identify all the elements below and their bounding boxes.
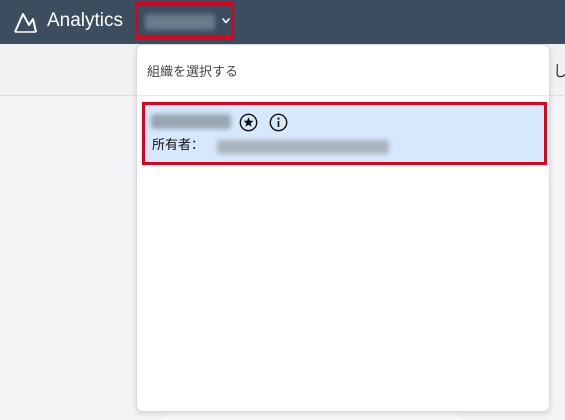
chevron-down-icon	[222, 18, 230, 24]
app-title[interactable]: Analytics	[47, 9, 123, 33]
organization-name-redacted	[151, 114, 231, 129]
top-bar: Analytics	[0, 0, 565, 44]
owner-email-redacted	[217, 140, 389, 154]
account-name-redacted	[145, 14, 215, 30]
dropdown-header: 組織を選択する	[147, 65, 239, 80]
analytics-logo-icon[interactable]	[12, 9, 38, 35]
account-selector-button[interactable]	[135, 2, 234, 39]
owner-label: 所有者：	[152, 138, 205, 153]
organization-dropdown: 組織を選択する 所有者：	[136, 44, 550, 412]
organization-list-item[interactable]: 所有者：	[142, 102, 547, 165]
subheader-partial-text: し	[553, 62, 565, 80]
divider	[137, 95, 549, 96]
info-icon[interactable]	[269, 113, 288, 132]
star-icon[interactable]	[239, 113, 258, 132]
